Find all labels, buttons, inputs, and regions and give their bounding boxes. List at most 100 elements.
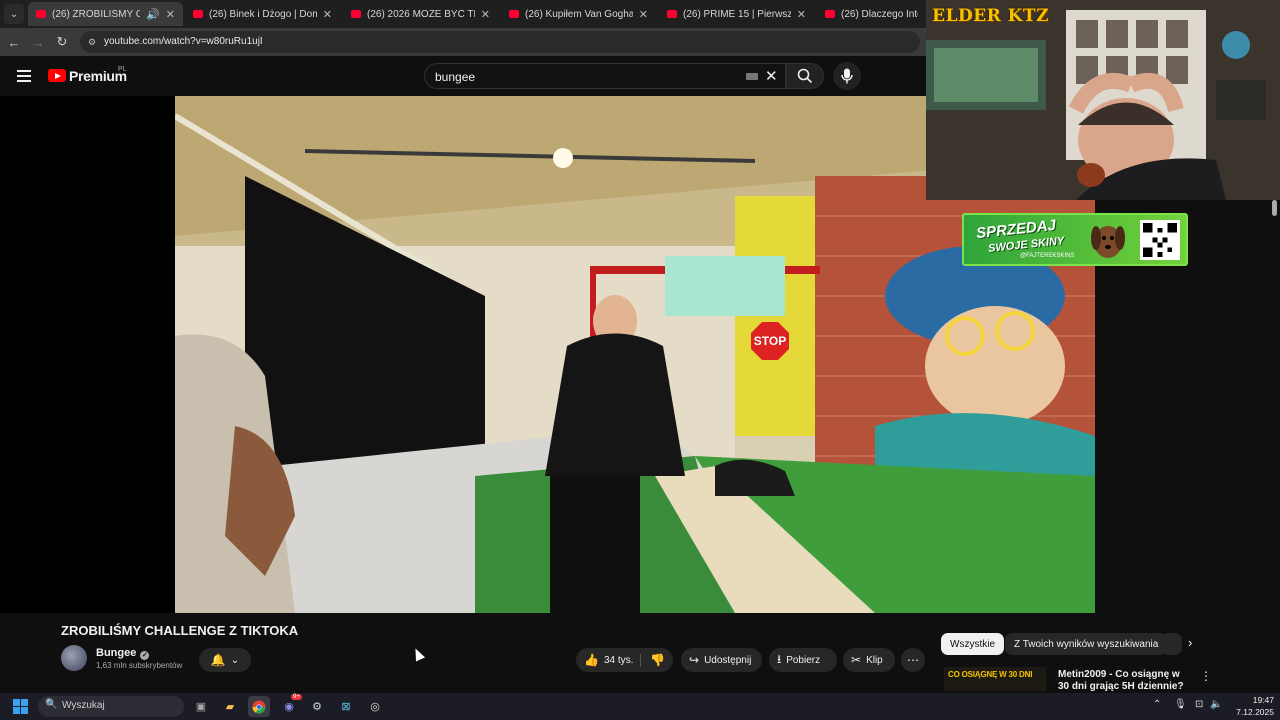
subscriber-count: 1,63 mln subskrybentów (96, 661, 183, 670)
youtube-masthead: Premium PL bungee ✕ (0, 56, 926, 96)
volume-icon[interactable]: 🔈 (1210, 699, 1222, 710)
browser-tab[interactable]: (26) Binek i Dżogo | Domek dla ✕ (185, 2, 340, 26)
task-view-icon[interactable]: ▣ (190, 696, 212, 717)
clear-search-icon[interactable]: ✕ (765, 67, 778, 85)
download-label: Pobierz (786, 654, 821, 666)
menu-icon[interactable] (17, 70, 31, 82)
chevron-down-icon: ⌄ (230, 654, 240, 666)
microphone-icon (841, 68, 853, 84)
youtube-favicon-icon (509, 10, 519, 18)
tab-close-icon[interactable]: ✕ (639, 8, 648, 21)
site-info-icon[interactable]: ⚙ (88, 37, 96, 48)
keyboard-icon[interactable] (746, 73, 758, 80)
region-label: PL (118, 66, 127, 73)
notifications-button[interactable]: 🔔 ⌄ (199, 648, 251, 672)
recommendations-sidebar: Wszystkie Z Twoich wyników wyszukiwania … (926, 613, 1280, 693)
tab-title: (26) ZROBILIŚMY CHALLEN (52, 8, 141, 20)
tab-close-icon[interactable]: ✕ (166, 8, 175, 21)
tab-title: (26) 2026 MOŻE BYĆ TRUDNY (367, 8, 475, 20)
file-explorer-icon[interactable]: ▰ (219, 696, 241, 717)
microphone-tray-icon[interactable]: 🎙 (1174, 699, 1187, 710)
tab-title: (26) Dlaczego Internet Z (841, 8, 918, 20)
share-button[interactable]: ↪ Udostępnij (681, 648, 762, 672)
browser-tab[interactable]: (26) Kupiłem Van Gogha na Ch ✕ (501, 2, 656, 26)
recommendation-thumbnail[interactable]: CO OSIĄGNĘ W 30 DNI (944, 667, 1046, 691)
obs-icon[interactable]: ◎ (364, 696, 386, 717)
tab-close-icon[interactable]: ✕ (323, 8, 332, 21)
windows-start-icon[interactable] (13, 699, 28, 714)
tab-title: (26) PRIME 15 | Pierwsza KONF (683, 8, 791, 20)
download-button[interactable]: ⭳ Pobierz (769, 648, 837, 672)
clip-label: Klip (866, 654, 883, 666)
chevron-right-icon[interactable]: › (1188, 635, 1192, 650)
dislike-button[interactable]: 👎 (642, 648, 673, 672)
steam-icon[interactable]: ⚙ (306, 696, 328, 717)
tab-search-button[interactable]: ⌄ (4, 4, 24, 24)
sponsor-banner: SPRZEDAJ SWOJE SKINY @FAJTEREKSKINS (962, 213, 1188, 266)
taskbar-search[interactable]: 🔍 Wyszukaj (38, 696, 184, 717)
stop-sign-text: STOP (754, 334, 786, 348)
chrome-icon[interactable] (248, 696, 270, 717)
ad-handle: @FAJTEREKSKINS (1020, 253, 1075, 259)
url-bar[interactable]: ⚙ youtube.com/watch?v=w80ruRu1ujI (80, 31, 920, 53)
channel-name-row[interactable]: Bungee ✓ (96, 647, 150, 660)
forward-arrow-icon[interactable]: → (30, 34, 46, 50)
browser-tab[interactable]: (26) Dlaczego Internet Z (817, 2, 926, 26)
page-scrollbar[interactable] (1272, 200, 1277, 216)
mouse-cursor (410, 646, 426, 662)
youtube-favicon-icon (36, 10, 46, 18)
streamer-logo: ELDER KTZ (932, 6, 1049, 26)
youtube-favicon-icon (193, 10, 203, 18)
recommendation-title[interactable]: Metin2009 - Co osiągnę w 30 dni grając 5… (1058, 669, 1188, 693)
more-actions-button[interactable]: ⋯ (901, 648, 925, 672)
tab-close-icon[interactable]: ✕ (481, 8, 490, 21)
tab-title: (26) Kupiłem Van Gogha na Ch (525, 8, 633, 20)
search-icon: 🔍 (45, 699, 58, 710)
app-window-icon[interactable]: ⊠ (335, 696, 357, 717)
verified-icon: ✓ (140, 651, 150, 660)
youtube-favicon-icon (825, 10, 835, 18)
share-label: Udostępnij (704, 654, 752, 666)
dog-mascot-image (1091, 226, 1125, 258)
youtube-logo-icon[interactable] (48, 69, 66, 82)
tab-close-icon[interactable]: ✕ (797, 8, 806, 21)
reload-icon[interactable]: ↻ (54, 34, 70, 50)
more-horizontal-icon: ⋯ (907, 653, 919, 667)
network-icon[interactable]: ⊡ (1195, 699, 1203, 710)
taskbar-search-placeholder: Wyszukaj (62, 700, 105, 711)
search-icon (797, 68, 813, 84)
bell-icon: 🔔 (210, 653, 226, 667)
channel-name[interactable]: Bungee (96, 647, 136, 659)
thumbnail-text: CO OSIĄGNĘ W 30 DNI (948, 670, 1033, 679)
video-title: ZROBILIŚMY CHALLENGE Z TIKTOKA (61, 623, 299, 638)
address-toolbar: ← → ↻ ⚙ youtube.com/watch?v=w80ruRu1ujI (0, 28, 926, 56)
tab-title: (26) Binek i Dżogo | Domek dla (209, 8, 317, 20)
browser-tab[interactable]: (26) 2026 MOŻE BYĆ TRUDNY ✕ (343, 2, 498, 26)
speaker-icon[interactable]: 🔊 (146, 8, 160, 21)
discord-icon[interactable]: ◉ 9+ (278, 694, 302, 717)
thumbs-down-icon: 👎 (650, 653, 665, 667)
chip-next-partial[interactable] (1162, 633, 1182, 655)
youtube-favicon-icon (667, 10, 677, 18)
streamer-webcam: ELDER KTZ (926, 0, 1280, 200)
back-arrow-icon[interactable]: ← (6, 34, 22, 50)
search-input[interactable]: bungee ✕ (424, 63, 786, 89)
tray-chevron-up-icon[interactable]: ⌃ (1153, 699, 1161, 710)
download-icon: ⭳ (777, 651, 782, 666)
webcam-image (926, 0, 1280, 200)
chip-all[interactable]: Wszystkie (941, 633, 1004, 655)
clock-time: 19:47 (1252, 695, 1274, 705)
like-count: 34 tys. (603, 654, 634, 666)
channel-avatar[interactable] (61, 645, 87, 671)
browser-tab[interactable]: (26) PRIME 15 | Pierwsza KONF ✕ (659, 2, 814, 26)
search-button[interactable] (786, 63, 824, 89)
share-icon: ↪ (689, 653, 700, 667)
clip-button[interactable]: ✂ Klip (843, 648, 895, 672)
taskbar-clock[interactable]: 19:47 7.12.2025 (1226, 694, 1274, 718)
chip-from-search[interactable]: Z Twoich wyników wyszukiwania (1005, 633, 1168, 655)
notification-badge: 9+ (291, 694, 302, 700)
more-vertical-icon[interactable]: ⋮ (1200, 669, 1212, 683)
voice-search-button[interactable] (833, 62, 861, 90)
browser-tab-active[interactable]: (26) ZROBILIŚMY CHALLEN 🔊 ✕ (28, 2, 183, 26)
windows-taskbar: 🔍 Wyszukaj ▣ ▰ ◉ 9+ ⚙ ⊠ ◎ ⌃ 🎙 ⊡ 🔈 19:47 7… (0, 693, 1280, 720)
